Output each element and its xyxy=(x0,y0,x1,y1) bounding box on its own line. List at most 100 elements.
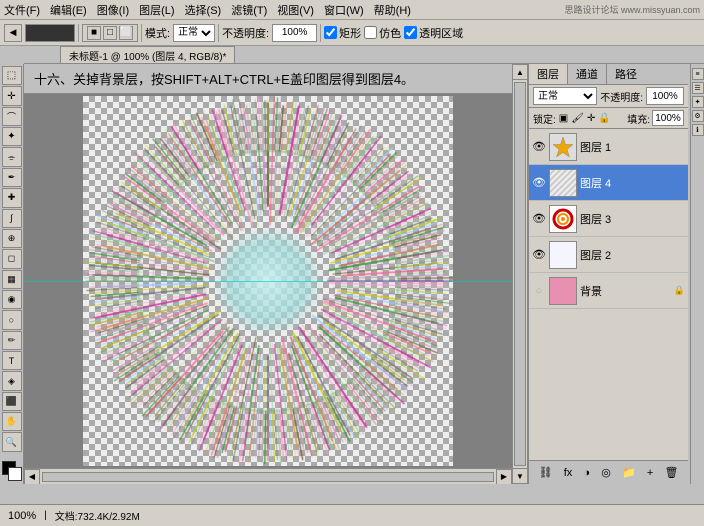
tool-lasso[interactable]: ⌒ xyxy=(2,107,22,126)
layer-eye-layer2[interactable]: 👁 xyxy=(532,248,546,262)
layer-fx-btn[interactable]: fx xyxy=(564,467,573,479)
doc-size: 文档:732.4K/2.92M xyxy=(55,508,140,523)
menu-view[interactable]: 视图(V) xyxy=(277,2,314,18)
h-scrollbar[interactable]: ◀ ▶ xyxy=(24,468,512,484)
lock-label: 锁定: xyxy=(533,111,556,126)
panel-btn3[interactable]: ✦ xyxy=(692,96,704,108)
layer-name-layer1: 图层 1 xyxy=(580,139,685,155)
document-tab[interactable]: 未标题-1 @ 100% (图层 4, RGB/8)* xyxy=(60,46,235,63)
layer-eye-layer3[interactable]: 👁 xyxy=(532,212,546,226)
v-scroll-track[interactable] xyxy=(514,82,526,466)
layer-delete-btn[interactable]: 🗑 xyxy=(664,466,678,479)
scroll-down-btn[interactable]: ▼ xyxy=(512,468,528,484)
panel-btn5[interactable]: ℹ xyxy=(692,124,704,136)
layer-eye-layer4[interactable]: 👁 xyxy=(532,176,546,190)
tool-zoom[interactable]: 🔍 xyxy=(2,432,22,451)
tool-magic-wand[interactable]: ✦ xyxy=(2,127,22,146)
layer-name-layer4: 图层 4 xyxy=(580,175,685,191)
menu-window[interactable]: 窗口(W) xyxy=(324,2,364,18)
scroll-up-btn[interactable]: ▲ xyxy=(512,64,528,80)
tool-dodge[interactable]: ○ xyxy=(2,310,22,329)
panel-btn2[interactable]: ☰ xyxy=(692,82,704,94)
menu-file[interactable]: 文件(F) xyxy=(4,2,40,18)
toolbar-color-btn2[interactable]: □ xyxy=(103,26,117,40)
layer-opacity-label: 不透明度: xyxy=(600,89,643,104)
tool-pen[interactable]: ✏ xyxy=(2,331,22,350)
layer-item-layer3[interactable]: 👁 图层 3 xyxy=(529,201,688,237)
layer-item-layer4[interactable]: 👁 图层 4 xyxy=(529,165,688,201)
tab-layers[interactable]: 图层 xyxy=(529,64,568,84)
checkbox-rect[interactable]: 矩形 xyxy=(324,25,361,41)
lock-transparent-icon[interactable]: ▣ xyxy=(559,113,568,124)
layer-eye-background[interactable]: ○ xyxy=(532,284,546,298)
tool-eyedropper[interactable]: ✒ xyxy=(2,168,22,187)
canvas-viewport[interactable] xyxy=(24,94,512,468)
panel-btn1[interactable]: ≡ xyxy=(692,68,704,80)
layer-opacity-input[interactable] xyxy=(646,87,684,105)
menu-image[interactable]: 图像(I) xyxy=(97,2,129,18)
toolbar-sep2 xyxy=(141,24,142,42)
toolbar-sep1 xyxy=(78,24,79,42)
tool-hand[interactable]: ✋ xyxy=(2,412,22,431)
layer-new-btn[interactable]: + xyxy=(647,467,653,479)
main-toolbar: ◀ ■ □ ⬜ 模式: 正常 不透明度: 矩形 仿色 透明区域 xyxy=(0,20,704,46)
tool-brush[interactable]: ∫ xyxy=(2,209,22,228)
checkbox-dither[interactable]: 仿色 xyxy=(364,25,401,41)
status-bar: 100% | 文档:732.4K/2.92M xyxy=(0,504,704,526)
opacity-label: 不透明度: xyxy=(222,25,269,41)
opacity-input[interactable] xyxy=(272,24,317,42)
fill-label: 填充: xyxy=(627,111,650,126)
layer-item-layer2[interactable]: 👁 图层 2 xyxy=(529,237,688,273)
fill-input[interactable] xyxy=(652,110,684,126)
layer-lock-icon: 🔒 xyxy=(674,285,685,296)
panel-btn4[interactable]: ⚙ xyxy=(692,110,704,122)
layer-name-layer3: 图层 3 xyxy=(580,211,685,227)
zoom-level: 100% xyxy=(8,510,36,522)
menu-select[interactable]: 选择(S) xyxy=(185,2,222,18)
tool-heal[interactable]: ✚ xyxy=(2,188,22,207)
layer-item-layer1[interactable]: 👁 图层 1 xyxy=(529,129,688,165)
layer-thumb-layer2 xyxy=(549,241,577,269)
layer-thumb-layer3 xyxy=(549,205,577,233)
tool-eraser[interactable]: ◻ xyxy=(2,249,22,268)
layer-link-btn[interactable]: ⛓ xyxy=(539,466,553,479)
scroll-left-btn[interactable]: ◀ xyxy=(24,469,40,485)
tool-selection[interactable]: ⬚ xyxy=(2,66,22,85)
checkbox-transparent[interactable]: 透明区域 xyxy=(404,25,463,41)
tool-gradient[interactable]: ▦ xyxy=(2,270,22,289)
lock-all-icon[interactable]: 🔒 xyxy=(598,113,610,124)
toolbar-arrow-btn[interactable]: ◀ xyxy=(4,24,22,42)
toolbar-brush-preview[interactable] xyxy=(25,24,75,42)
tool-move[interactable]: ✛ xyxy=(2,86,22,105)
toolbar-color-btn1[interactable]: ■ xyxy=(87,26,101,40)
layer-item-background[interactable]: ○ 背景 🔒 xyxy=(529,273,688,309)
tab-paths[interactable]: 路径 xyxy=(607,64,645,84)
lock-move-icon[interactable]: ✛ xyxy=(587,113,595,124)
scroll-right-btn[interactable]: ▶ xyxy=(496,469,512,485)
layer-mask-btn[interactable]: ◑ xyxy=(583,467,590,479)
tab-channels[interactable]: 通道 xyxy=(568,64,607,84)
menu-layer[interactable]: 图层(L) xyxy=(139,2,174,18)
layer-folder-btn[interactable]: 📁 xyxy=(622,466,636,479)
menu-edit[interactable]: 编辑(E) xyxy=(50,2,87,18)
tool-blur[interactable]: ◉ xyxy=(2,290,22,309)
h-scroll-track[interactable] xyxy=(42,472,494,482)
tool-3d[interactable]: ⬛ xyxy=(2,392,22,411)
menu-filter[interactable]: 滤镜(T) xyxy=(231,2,267,18)
tool-shape[interactable]: ◈ xyxy=(2,371,22,390)
mode-label: 模式: xyxy=(145,25,170,41)
layer-eye-layer1[interactable]: 👁 xyxy=(532,140,546,154)
canvas-area: 十六、关掉背景层，按SHIFT+ALT+CTRL+E盖印图层得到图层4。 xyxy=(24,64,512,484)
toolbar-color-btn3[interactable]: ⬜ xyxy=(119,26,133,40)
lock-brush-icon[interactable]: 🖌 xyxy=(571,113,584,124)
menu-help[interactable]: 帮助(H) xyxy=(374,2,411,18)
tool-text[interactable]: T xyxy=(2,351,22,370)
layer-blend-select[interactable]: 正常 xyxy=(533,87,597,105)
background-color[interactable] xyxy=(8,467,22,481)
blend-mode-select[interactable]: 正常 xyxy=(173,24,215,42)
status-sep: | xyxy=(44,510,47,521)
tool-clone[interactable]: ⊕ xyxy=(2,229,22,248)
tool-crop[interactable]: ⌯ xyxy=(2,147,22,166)
instruction-text: 十六、关掉背景层，按SHIFT+ALT+CTRL+E盖印图层得到图层4。 xyxy=(24,64,512,94)
layer-adj-btn[interactable]: ◎ xyxy=(601,466,611,479)
